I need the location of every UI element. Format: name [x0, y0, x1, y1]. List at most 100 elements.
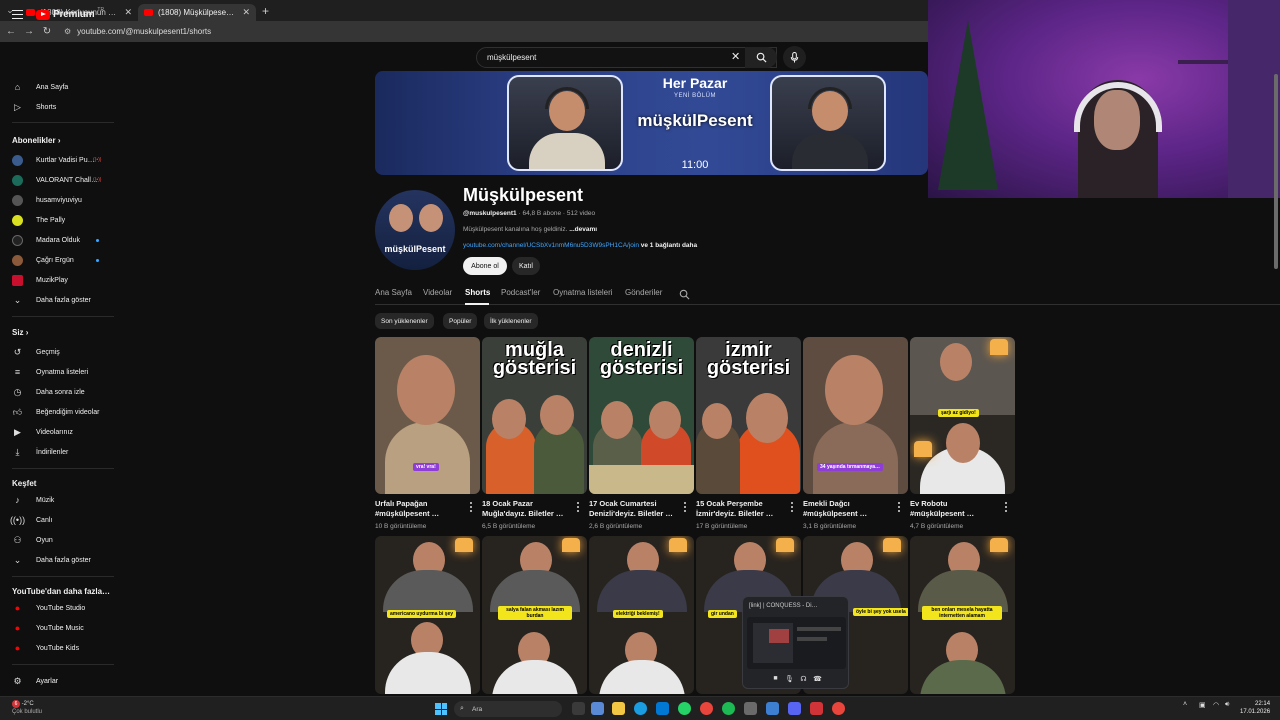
short-thumbnail[interactable]: 34 yaşında tırmanmaya…	[803, 337, 908, 494]
clear-search-icon[interactable]: ✕	[731, 50, 740, 63]
channel-description[interactable]: Müşkülpesent kanalına hoş geldiniz. ...d…	[463, 226, 597, 233]
join-button[interactable]: Katıl	[512, 257, 540, 275]
sidebar-item-gaming[interactable]: ⚇ Oyun	[0, 530, 118, 550]
edge-icon[interactable]	[634, 702, 647, 715]
page-scrollbar[interactable]	[1274, 74, 1278, 269]
sidebar-item-show-more[interactable]: ⌄ Daha fazla göster	[0, 290, 118, 310]
new-tab-button[interactable]: +	[262, 4, 269, 18]
short-thumbnail[interactable]: vra! vra!	[375, 337, 480, 494]
sidebar-item-youtube-kids[interactable]: ● YouTube Kids	[0, 638, 118, 658]
sidebar-item-live[interactable]: ((•)) Canlı	[0, 510, 118, 530]
short-thumbnail[interactable]: şarjı az gidiyo!	[910, 337, 1015, 494]
more-actions-icon[interactable]	[469, 501, 473, 513]
sidebar-item-subscription[interactable]: The Pally	[0, 210, 118, 230]
headphones-icon[interactable]: ☊	[799, 675, 808, 684]
tab-posts[interactable]: Gönderiler	[625, 288, 662, 297]
back-icon[interactable]: ←	[2, 26, 20, 37]
sidebar-item-subscription[interactable]: husamviyuviyu	[0, 190, 118, 210]
more-actions-icon[interactable]	[576, 501, 580, 513]
stream-preview[interactable]	[747, 617, 846, 669]
sidebar-item-shorts[interactable]: ▷ Shorts	[0, 97, 118, 117]
volume-icon[interactable]: 🔊︎	[1225, 701, 1229, 709]
channel-links[interactable]: youtube.com/channel/UCSbXv1nmM6nu5D3W9sP…	[463, 242, 697, 249]
sidebar-item-your-videos[interactable]: ▶ Videolarınız	[0, 422, 118, 442]
sidebar-item-show-more[interactable]: ⌄ Daha fazla göster	[0, 550, 118, 570]
tab-home[interactable]: Ana Sayfa	[375, 288, 412, 297]
whatsapp-icon[interactable]	[678, 702, 691, 715]
discord-call-popup[interactable]: [link] | CONQUESS - Di… ■ 🎙︎ ☊ ☎	[742, 596, 849, 689]
task-view-icon[interactable]	[572, 702, 585, 715]
more-actions-icon[interactable]	[897, 501, 901, 513]
sidebar-item-home[interactable]: ⌂ Ana Sayfa	[0, 77, 118, 97]
short-thumbnail[interactable]: muğla gösterisi	[482, 337, 587, 494]
more-actions-icon[interactable]	[683, 501, 687, 513]
short-title[interactable]: 18 Ocak Pazar Muğla'dayız. Biletler …	[482, 499, 574, 519]
channel-link[interactable]: youtube.com/channel/UCSbXv1nmM6nu5D3W9sP…	[463, 242, 639, 249]
channel-search-button[interactable]	[679, 287, 690, 305]
copilot-icon[interactable]	[591, 702, 604, 715]
sidebar-item-liked-videos[interactable]: 👍︎ Beğendiğim videolar	[0, 402, 118, 422]
taskbar-search[interactable]: ⌕ Ara	[454, 701, 562, 717]
sidebar-item-subscription[interactable]: Madara Olduk	[0, 230, 118, 250]
sidebar-item-subscription[interactable]: MuzikPlay	[0, 270, 118, 290]
more-actions-icon[interactable]	[1004, 501, 1008, 513]
sidebar-item-downloads[interactable]: ⤓ İndirilenler	[0, 442, 118, 462]
forward-icon[interactable]: →	[20, 26, 38, 37]
youtube-premium-logo[interactable]: Premium TR	[36, 7, 104, 20]
chip-latest[interactable]: Son yüklenenler	[375, 313, 434, 329]
short-title[interactable]: 17 Ocak Cumartesi Denizli'deyiz. Biletler…	[589, 499, 681, 519]
url-field[interactable]: ⚙ youtube.com/@muskulpesent1/shorts	[64, 27, 211, 36]
tab-playlists[interactable]: Oynatma listeleri	[553, 288, 613, 297]
spotify-icon[interactable]	[722, 702, 735, 715]
sidebar-item-subscription[interactable]: VALORANT Chall… ((•))	[0, 170, 118, 190]
tray-chevron-icon[interactable]: ˄	[1183, 701, 1187, 708]
chrome-icon[interactable]	[700, 702, 713, 715]
chip-popular[interactable]: Popüler	[443, 313, 478, 329]
chip-oldest[interactable]: İlk yüklenenler	[484, 313, 538, 329]
weather-widget[interactable]: 6 -2°C Çok bulutlu	[12, 700, 42, 716]
short-title[interactable]: Emekli Dağcı #müşkülpesent …	[803, 499, 895, 519]
tab-shorts[interactable]: Shorts	[465, 288, 490, 297]
close-tab-icon[interactable]: ✕	[124, 7, 132, 18]
short-title[interactable]: 15 Ocak Perşembe İzmir'deyiz. Biletler …	[696, 499, 788, 519]
sidebar-item-youtube-music[interactable]: ● YouTube Music	[0, 618, 118, 638]
more-links[interactable]: ve 1 bağlantı daha	[639, 242, 697, 249]
close-tab-icon[interactable]: ✕	[242, 7, 250, 18]
tab-videos[interactable]: Videolar	[423, 288, 452, 297]
sidebar-item-playlists[interactable]: ≡ Oynatma listeleri	[0, 362, 118, 382]
short-thumbnail[interactable]: salya falan akması lazım burdan	[482, 536, 587, 694]
more-actions-icon[interactable]	[790, 501, 794, 513]
chrome-icon[interactable]	[832, 702, 845, 715]
channel-avatar[interactable]: müşkülPesent	[375, 190, 455, 270]
microphone-icon[interactable]: 🎙︎	[785, 675, 794, 684]
short-title[interactable]: Ev Robotu #müşkülpesent …	[910, 499, 1002, 519]
steam-icon[interactable]	[766, 702, 779, 715]
sidebar-item-youtube-studio[interactable]: ● YouTube Studio	[0, 598, 118, 618]
tab-podcasts[interactable]: Podcast'ler	[501, 288, 540, 297]
menu-icon[interactable]	[12, 10, 23, 19]
subscribe-button[interactable]: Abone ol	[463, 257, 507, 275]
browser-tab-2[interactable]: (1808) Müşkülpesent - YouTube ✕	[138, 4, 256, 21]
file-explorer-icon[interactable]	[612, 702, 625, 715]
reload-icon[interactable]: ↻	[38, 26, 56, 37]
wifi-icon[interactable]: ◠	[1213, 701, 1219, 709]
voice-search-button[interactable]	[783, 46, 806, 69]
sidebar-item-history[interactable]: ↺ Geçmiş	[0, 342, 118, 362]
short-thumbnail[interactable]: ben onları mesela hayatta internetten al…	[910, 536, 1015, 694]
obs-icon[interactable]	[810, 702, 823, 715]
camera-icon[interactable]: ■	[771, 675, 780, 684]
disconnect-icon[interactable]: ☎	[813, 675, 822, 684]
search-button[interactable]	[745, 47, 777, 68]
you-header[interactable]: Siz ›	[12, 328, 28, 337]
description-more[interactable]: ...devamı	[569, 226, 597, 233]
system-clock[interactable]: 22:14 17.01.2026	[1240, 700, 1270, 716]
sidebar-item-subscription[interactable]: Kurtlar Vadisi Pu… ((•))	[0, 150, 118, 170]
tray-app-icon[interactable]: ▣	[1199, 701, 1206, 709]
sidebar-item-settings[interactable]: ⚙ Ayarlar	[0, 671, 118, 691]
store-icon[interactable]	[656, 702, 669, 715]
short-title[interactable]: Urfalı Papağan #müşkülpesent …	[375, 499, 467, 519]
sidebar-item-music[interactable]: ♪ Müzik	[0, 490, 118, 510]
short-thumbnail[interactable]: americano uydurma bi şey	[375, 536, 480, 694]
sidebar-item-subscription[interactable]: Çağrı Ergün	[0, 250, 118, 270]
discord-icon[interactable]	[788, 702, 801, 715]
